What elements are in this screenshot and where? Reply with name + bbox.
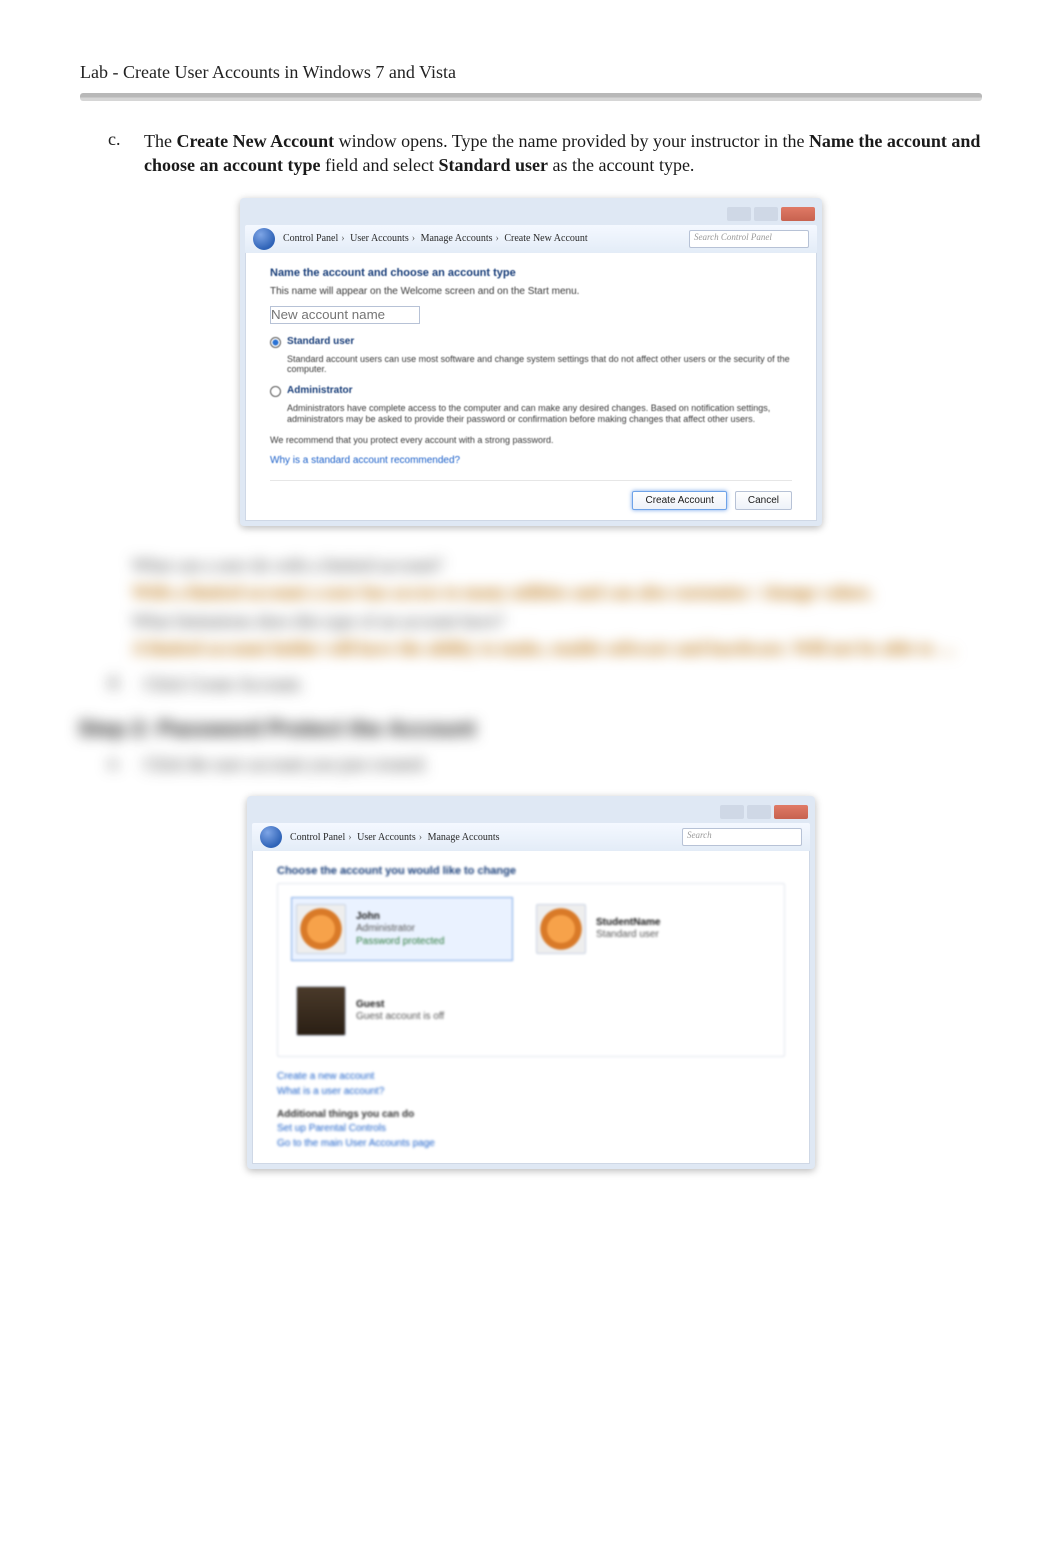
panel-subtext: This name will appear on the Welcome scr… xyxy=(270,285,792,298)
close-button[interactable] xyxy=(781,207,815,221)
close-button[interactable] xyxy=(774,805,808,819)
account-picture-icon xyxy=(296,986,346,1036)
cancel-button[interactable]: Cancel xyxy=(735,491,792,510)
what-is-user-account-link[interactable]: What is a user account? xyxy=(277,1086,785,1097)
crumb[interactable]: Manage Accounts xyxy=(421,233,493,244)
parental-controls-link[interactable]: Set up Parental Controls xyxy=(277,1123,785,1134)
account-name-input[interactable] xyxy=(270,306,420,324)
step2-a-marker: a. xyxy=(108,752,126,776)
search-input[interactable]: Search xyxy=(682,828,802,846)
panel-heading: Choose the account you would like to cha… xyxy=(277,865,785,877)
radio-standard-user[interactable]: Standard user xyxy=(270,336,792,348)
account-picture-icon xyxy=(296,904,346,954)
figure-manage-accounts: Control Panel› User Accounts› Manage Acc… xyxy=(80,796,982,1169)
panel-heading: Name the account and choose an account t… xyxy=(270,267,792,279)
page-header: Lab - Create User Accounts in Windows 7 … xyxy=(0,62,1062,93)
account-meta: GuestGuest account is off xyxy=(356,999,444,1024)
account-tile[interactable]: JohnAdministratorPassword protected xyxy=(292,898,512,960)
breadcrumb: Control Panel› User Accounts› Manage Acc… xyxy=(283,233,588,244)
accounts-grid: JohnAdministratorPassword protected Stude… xyxy=(277,883,785,1057)
window-body: Choose the account you would like to cha… xyxy=(252,851,810,1164)
crumb[interactable]: Create New Account xyxy=(504,233,587,244)
recommendation-text: We recommend that you protect every acco… xyxy=(270,435,792,445)
crumb[interactable]: Control Panel xyxy=(283,233,338,244)
t: field and select xyxy=(325,155,438,175)
t: as the account type. xyxy=(552,155,694,175)
window-titlebar xyxy=(245,203,817,225)
window-manage-accounts: Control Panel› User Accounts› Manage Acc… xyxy=(247,796,815,1169)
radio-label: Standard user xyxy=(287,336,354,347)
radio-desc: Standard account users can use most soft… xyxy=(287,354,792,376)
create-account-button[interactable]: Create Account xyxy=(632,491,726,510)
account-type: Guest account is off xyxy=(356,1011,444,1024)
account-type: Standard user xyxy=(596,929,660,942)
back-button[interactable] xyxy=(253,228,275,250)
radio-icon xyxy=(270,386,281,397)
account-protected: Password protected xyxy=(356,936,444,949)
header-rule xyxy=(80,93,982,101)
answer-2: A limited account holder will have the a… xyxy=(132,635,982,662)
account-picture-icon xyxy=(536,904,586,954)
additional-group: Additional things you can do Set up Pare… xyxy=(277,1109,785,1149)
qa-block: What can a user do with a limited accoun… xyxy=(80,552,982,662)
crumb[interactable]: Control Panel xyxy=(290,832,345,843)
radio-label: Administrator xyxy=(287,385,353,396)
additional-heading: Additional things you can do xyxy=(277,1109,785,1120)
account-tile[interactable]: StudentNameStandard user xyxy=(532,898,752,960)
step2-a-body: Click the user account you just created. xyxy=(144,752,982,776)
t: The xyxy=(144,131,176,151)
document-page: Lab - Create User Accounts in Windows 7 … xyxy=(0,0,1062,1561)
lab-title: Lab - Create User Accounts in Windows 7 … xyxy=(80,62,982,83)
t: window opens. Type the name provided by … xyxy=(339,131,809,151)
step-c: c. The Create New Account window opens. … xyxy=(80,129,982,178)
step2-a: a. Click the user account you just creat… xyxy=(80,752,982,776)
window-toolbar: Control Panel› User Accounts› Manage Acc… xyxy=(245,225,817,253)
account-type: Administrator xyxy=(356,923,444,936)
minimize-button[interactable] xyxy=(720,805,744,819)
step-d-marker: d. xyxy=(108,672,126,696)
window-titlebar xyxy=(252,801,810,823)
account-meta: JohnAdministratorPassword protected xyxy=(356,911,444,949)
window-create-account: Control Panel› User Accounts› Manage Acc… xyxy=(240,198,822,526)
step-d: d. Click Create Account. xyxy=(80,672,982,696)
main-user-accounts-link[interactable]: Go to the main User Accounts page xyxy=(277,1138,785,1149)
question-2: What limitations does this type of an ac… xyxy=(132,608,982,635)
create-new-account-label: Create New Account xyxy=(176,131,334,151)
window-footer: Create Account Cancel xyxy=(270,480,792,510)
blurred-region: What can a user do with a limited accoun… xyxy=(0,552,1062,777)
breadcrumb: Control Panel› User Accounts› Manage Acc… xyxy=(290,832,500,843)
maximize-button[interactable] xyxy=(754,207,778,221)
back-button[interactable] xyxy=(260,826,282,848)
crumb[interactable]: Manage Accounts xyxy=(428,832,500,843)
figure2-block: Control Panel› User Accounts› Manage Acc… xyxy=(0,796,1062,1169)
step2-heading: Step 2: Password Protect the Account xyxy=(78,716,982,742)
below-accounts: Create a new account What is a user acco… xyxy=(277,1071,785,1149)
radio-desc: Administrators have complete access to t… xyxy=(287,403,792,425)
radio-icon xyxy=(270,337,281,348)
crumb[interactable]: User Accounts xyxy=(357,832,416,843)
figure-create-account: Control Panel› User Accounts› Manage Acc… xyxy=(80,198,982,526)
step-d-body: Click Create Account. xyxy=(144,672,982,696)
step-c-body: The Create New Account window opens. Typ… xyxy=(144,129,982,178)
step-c-block: c. The Create New Account window opens. … xyxy=(0,101,1062,526)
account-meta: StudentNameStandard user xyxy=(596,917,660,942)
account-name: Guest xyxy=(356,999,444,1012)
why-standard-link[interactable]: Why is a standard account recommended? xyxy=(270,455,792,466)
account-tile[interactable]: GuestGuest account is off xyxy=(292,980,512,1042)
maximize-button[interactable] xyxy=(747,805,771,819)
answer-1: With a limited account a user has access… xyxy=(132,579,982,606)
radio-administrator[interactable]: Administrator xyxy=(270,385,792,397)
account-name: StudentName xyxy=(596,917,660,930)
crumb[interactable]: User Accounts xyxy=(350,233,409,244)
question-1: What can a user do with a limited accoun… xyxy=(132,552,982,579)
search-input[interactable]: Search Control Panel xyxy=(689,230,809,248)
minimize-button[interactable] xyxy=(727,207,751,221)
account-name: John xyxy=(356,911,444,924)
window-body: Name the account and choose an account t… xyxy=(245,253,817,521)
step-c-marker: c. xyxy=(108,129,126,178)
standard-user-label: Standard user xyxy=(438,155,548,175)
window-toolbar: Control Panel› User Accounts› Manage Acc… xyxy=(252,823,810,851)
create-new-account-link[interactable]: Create a new account xyxy=(277,1071,785,1082)
